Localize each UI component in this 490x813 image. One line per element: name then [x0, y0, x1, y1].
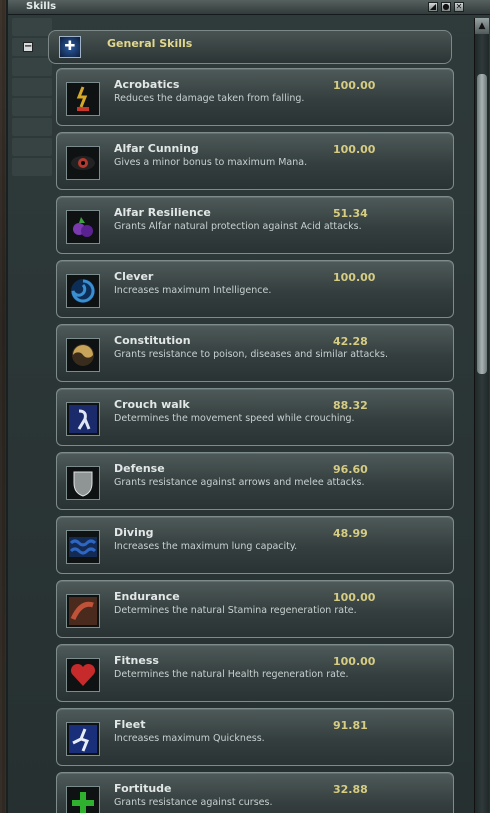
skill-value: 100.00 [333, 271, 376, 284]
skill-value: 91.81 [333, 719, 368, 732]
window-title: Skills [26, 1, 57, 12]
minimize-button[interactable]: ● [441, 2, 451, 12]
skill-description: Determines the natural Stamina regenerat… [114, 605, 357, 616]
skill-name: Acrobatics [114, 78, 180, 91]
skill-description: Increases the maximum lung capacity. [114, 541, 298, 552]
skill-description: Determines the natural Health regenerati… [114, 669, 349, 680]
skill-row[interactable]: Clever Increases maximum Intelligence. 100… [56, 260, 454, 318]
skill-name: Defense [114, 462, 165, 475]
skill-description: Grants resistance to poison, diseases an… [114, 349, 388, 360]
defense-icon [66, 466, 100, 500]
scroll-thumb[interactable] [477, 74, 487, 374]
skill-value: 42.28 [333, 335, 368, 348]
crouch-walk-icon [66, 402, 100, 436]
skill-name: Endurance [114, 590, 180, 603]
skill-value: 48.99 [333, 527, 368, 540]
skill-name: Fleet [114, 718, 146, 731]
skill-name: Clever [114, 270, 154, 283]
skill-row[interactable]: Alfar Resilience Grants Alfar natural pro… [56, 196, 454, 254]
close-button[interactable]: ✕ [454, 2, 464, 12]
skill-description: Increases maximum Quickness. [114, 733, 265, 744]
fortitude-icon [66, 786, 100, 813]
skill-row[interactable]: Fleet Increases maximum Quickness. 91.81 [56, 708, 454, 766]
skill-row[interactable]: Constitution Grants resistance to poison,… [56, 324, 454, 382]
skills-window: Skills ◢ ● ✕ − ✚ General Skills Acrobati… [6, 0, 490, 813]
collapse-button[interactable]: − [23, 42, 33, 52]
skill-description: Grants Alfar natural protection against … [114, 221, 362, 232]
skill-description: Determines the movement speed while crou… [114, 413, 355, 424]
skill-name: Alfar Resilience [114, 206, 211, 219]
constitution-icon [66, 338, 100, 372]
general-skills-icon: ✚ [59, 36, 81, 58]
skill-value: 100.00 [333, 79, 376, 92]
skill-row[interactable]: Defense Grants resistance against arrows … [56, 452, 454, 510]
skill-row[interactable]: Endurance Determines the natural Stamina … [56, 580, 454, 638]
skill-row[interactable]: Acrobatics Reduces the damage taken from … [56, 68, 454, 126]
skill-description: Grants resistance against curses. [114, 797, 273, 808]
skill-value: 51.34 [333, 207, 368, 220]
skill-name: Diving [114, 526, 154, 539]
skill-description: Reduces the damage taken from falling. [114, 93, 305, 104]
skill-value: 32.88 [333, 783, 368, 796]
clever-icon [66, 274, 100, 308]
skill-name: Fitness [114, 654, 159, 667]
skill-name: Alfar Cunning [114, 142, 199, 155]
group-header: − ✚ General Skills [16, 22, 466, 66]
scrollbar[interactable]: ▲ [474, 18, 489, 813]
fitness-icon [66, 658, 100, 692]
endurance-icon [66, 594, 100, 628]
skill-value: 100.00 [333, 591, 376, 604]
acrobatics-icon [66, 82, 100, 116]
resize-button[interactable]: ◢ [428, 2, 438, 12]
skill-row[interactable]: Fitness Determines the natural Health reg… [56, 644, 454, 702]
title-bar[interactable]: Skills ◢ ● ✕ [8, 0, 490, 15]
skill-row[interactable]: Crouch walk Determines the movement speed… [56, 388, 454, 446]
skill-value: 96.60 [333, 463, 368, 476]
skill-description: Gives a minor bonus to maximum Mana. [114, 157, 308, 168]
skill-description: Increases maximum Intelligence. [114, 285, 272, 296]
skill-row[interactable]: Fortitude Grants resistance against curse… [56, 772, 454, 813]
skill-value: 100.00 [333, 655, 376, 668]
skill-description: Grants resistance against arrows and mel… [114, 477, 365, 488]
skill-name: Crouch walk [114, 398, 190, 411]
diving-icon [66, 530, 100, 564]
skill-name: Constitution [114, 334, 191, 347]
group-label: General Skills [107, 37, 193, 50]
skill-row[interactable]: Diving Increases the maximum lung capacit… [56, 516, 454, 574]
general-skills-bar[interactable]: ✚ General Skills [48, 30, 452, 64]
scroll-up-button[interactable]: ▲ [475, 18, 489, 34]
alfar-resilience-icon [66, 210, 100, 244]
skill-value: 100.00 [333, 143, 376, 156]
skills-list: − ✚ General Skills Acrobatics Reduces the… [16, 22, 466, 813]
alfar-cunning-icon [66, 146, 100, 180]
skill-value: 88.32 [333, 399, 368, 412]
skill-row[interactable]: Alfar Cunning Gives a minor bonus to maxi… [56, 132, 454, 190]
fleet-icon [66, 722, 100, 756]
skill-name: Fortitude [114, 782, 172, 795]
